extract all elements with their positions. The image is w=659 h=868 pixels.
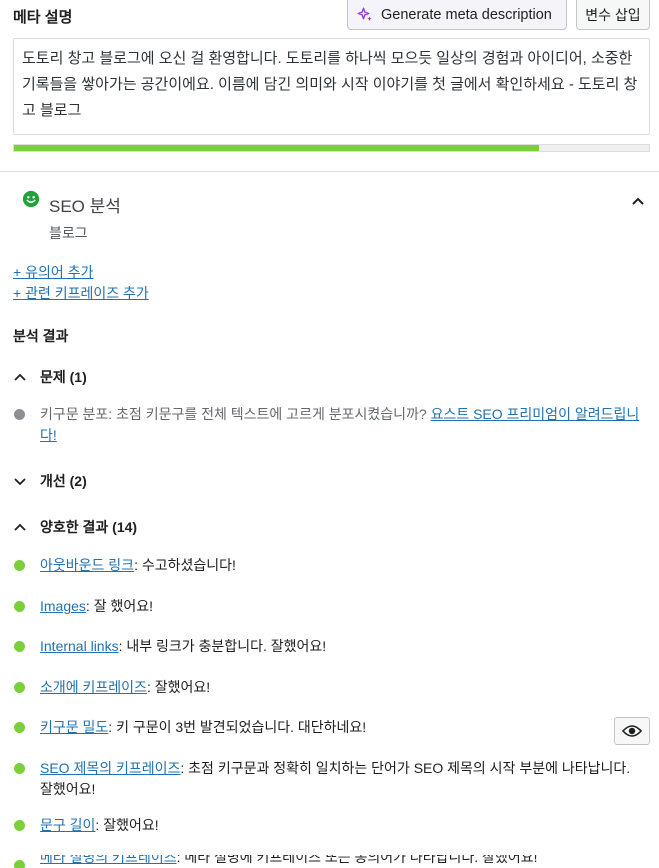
good-results-group-label: 양호한 결과 (14) (40, 519, 138, 535)
add-synonyms-link[interactable]: + 유의어 추가 (13, 262, 93, 282)
status-bullet (14, 820, 25, 831)
meta-description-input[interactable]: 도토리 창고 블로그에 오신 걸 환영합니다. 도토리를 하나씩 모으듯 일상의… (13, 38, 650, 135)
status-bullet (14, 560, 25, 571)
assessment-link[interactable]: SEO 제목의 키프레이즈 (40, 760, 180, 776)
assessment-link[interactable]: 문구 길이 (40, 817, 95, 833)
sparkle-icon (357, 7, 372, 21)
generate-meta-description-button[interactable]: Generate meta description (347, 0, 567, 30)
eye-icon (622, 725, 642, 737)
problem-text: 키구문 분포: 초점 키문구를 전체 텍스트에 고르게 분포시켰습니까? (40, 406, 431, 422)
assessment-text: : 키 구문이 3번 발견되었습니다. 대단하네요! (108, 719, 367, 735)
assessment-text: : 잘했어요! (95, 817, 159, 833)
seo-analysis-title: SEO 분석 (49, 197, 121, 216)
status-bullet (14, 601, 25, 612)
chevron-up-icon[interactable] (631, 194, 645, 208)
assessment-link[interactable]: 키구문 밀도 (40, 719, 108, 735)
progress-fill (14, 145, 539, 151)
chevron-up-icon (14, 373, 26, 381)
chevron-up-icon (14, 523, 26, 531)
improvements-group-label: 개선 (2) (40, 473, 87, 489)
assessment-link[interactable]: 메타 설명의 키프레이즈 (40, 855, 177, 865)
insert-variable-button[interactable]: 변수 삽입 (576, 0, 650, 30)
list-item: 메타 설명의 키프레이즈: 메타 설명에 키프레이즈 또는 동의어가 나타납니다… (13, 855, 650, 868)
seo-analysis-toggle[interactable]: SEO 분석 (22, 190, 650, 216)
assessment-link[interactable]: Internal links (40, 638, 119, 654)
focus-keyphrase: 블로그 (49, 225, 88, 241)
add-related-keyphrase-link[interactable]: + 관련 키프레이즈 추가 (13, 283, 149, 303)
status-bullet (14, 722, 25, 733)
status-bullet (14, 641, 25, 652)
assessment-text: : 잘했어요! (146, 679, 211, 695)
status-bullet (14, 409, 25, 420)
assessment-link[interactable]: 아웃바운드 링크 (40, 557, 134, 573)
assessment-text: : 수고하셨습니다! (134, 557, 236, 573)
meta-description-length-progress (13, 144, 650, 152)
smiley-icon (22, 190, 40, 208)
status-bullet (14, 682, 25, 693)
chevron-down-icon (14, 478, 26, 486)
highlight-keyphrase-button[interactable] (614, 717, 650, 745)
status-bullet (14, 763, 25, 774)
improvements-group-toggle[interactable]: 개선 (2) (13, 470, 313, 490)
generate-meta-description-label: Generate meta description (381, 6, 552, 23)
assessment-link[interactable]: 소개에 키프레이즈 (40, 679, 147, 695)
assessment-link[interactable]: Images (40, 598, 86, 614)
good-results-group-toggle[interactable]: 양호한 결과 (14) (13, 516, 313, 536)
status-bullet (14, 860, 25, 868)
meta-description-header: 메타 설명 Generate meta description 변수 삽입 (0, 0, 659, 34)
assessment-text: : 잘 했어요! (85, 598, 154, 614)
meta-description-label: 메타 설명 (13, 9, 73, 26)
problems-group-toggle[interactable]: 문제 (1) (13, 366, 313, 386)
section-divider (0, 171, 659, 172)
analysis-results-title: 분석 결과 (13, 328, 69, 344)
assessment-text: : 내부 링크가 충분합니다. 잘했어요! (118, 638, 327, 654)
assessment-text: : 메타 설명에 키프레이즈 또는 동의어가 나타납니다. 잘했어요! (176, 855, 538, 865)
problems-group-label: 문제 (1) (40, 369, 87, 385)
